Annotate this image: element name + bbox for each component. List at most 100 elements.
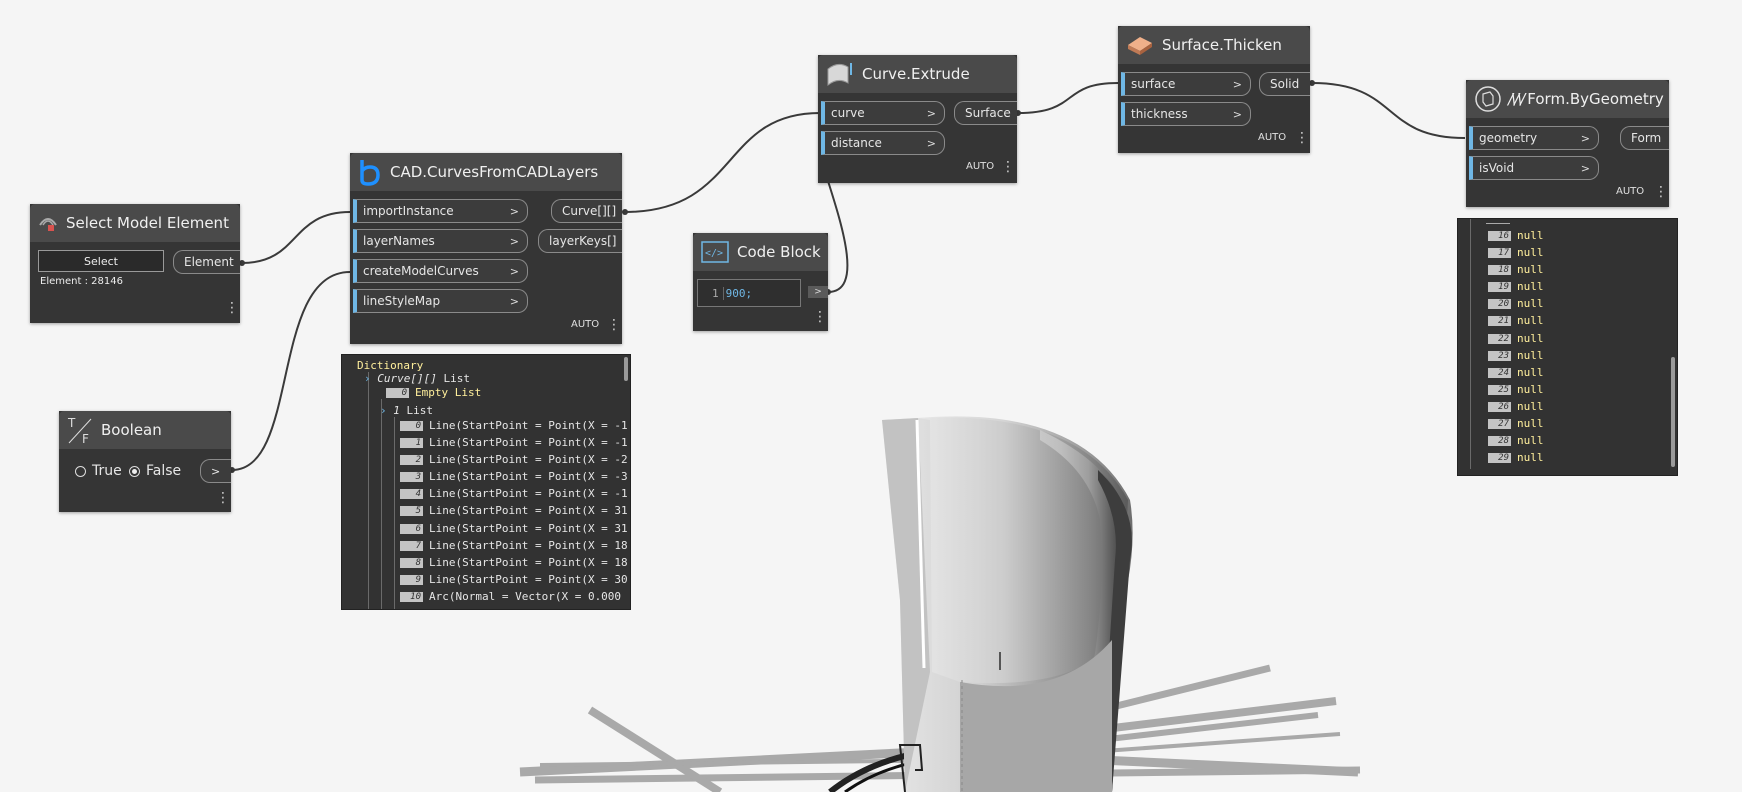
- curve-extrude-node[interactable]: Curve.Extrude curve > distance > Surface A…: [818, 55, 1017, 183]
- list-index: 22: [1488, 333, 1511, 344]
- node-header[interactable]: /\/\/Form.ByGeometry: [1466, 80, 1669, 118]
- list-value: Line(StartPoint = Point(X = 31: [429, 521, 628, 535]
- lacing-label[interactable]: AUTO: [1258, 132, 1286, 143]
- list-item: 21 null: [1488, 314, 1544, 331]
- output-port-code[interactable]: >: [808, 286, 828, 298]
- list-item: 1 Line(StartPoint = Point(X = -1: [400, 436, 628, 453]
- code-text[interactable]: 900;: [722, 286, 752, 300]
- node-header[interactable]: Select Model Element: [30, 204, 240, 242]
- code-block-icon: </>: [701, 241, 729, 263]
- list-value: null: [1517, 399, 1544, 413]
- list-index: 0: [400, 421, 423, 431]
- output-port-form[interactable]: Form: [1620, 126, 1669, 150]
- code-block-node[interactable]: </> Code Block 1 900; > ⋮: [693, 233, 828, 331]
- list-item: 17 null: [1488, 246, 1544, 263]
- node-menu-icon[interactable]: ⋮: [216, 491, 230, 505]
- output-port-element[interactable]: Element: [173, 250, 240, 274]
- list-value: null: [1517, 434, 1544, 448]
- select-button[interactable]: Select: [38, 250, 164, 272]
- list-item: 3 Line(StartPoint = Point(X = -3: [400, 470, 628, 487]
- list-index: 5: [400, 506, 423, 517]
- preview-scrollbar[interactable]: [624, 357, 628, 381]
- input-port-layernames[interactable]: layerNames >: [353, 229, 528, 253]
- thickened-solid: [882, 416, 1133, 792]
- node-menu-icon[interactable]: ⋮: [225, 301, 239, 315]
- list-index: 27: [1488, 419, 1511, 430]
- preview-group-curves[interactable]: › Curve[][] List: [364, 372, 470, 385]
- node-header[interactable]: TF Boolean: [59, 411, 231, 449]
- input-port-distance[interactable]: distance >: [821, 131, 945, 155]
- list-item: 4 Line(StartPoint = Point(X = -1: [400, 487, 628, 504]
- list-value: null: [1517, 417, 1544, 431]
- list-value: null: [1517, 229, 1544, 242]
- output-port-solid[interactable]: Solid: [1259, 72, 1310, 96]
- output-port-boolean[interactable]: >: [200, 459, 231, 483]
- node-menu-icon[interactable]: ⋮: [1654, 185, 1668, 199]
- list-item: 18 null: [1488, 263, 1544, 280]
- radio-true[interactable]: True: [75, 463, 122, 479]
- list-value: null: [1517, 382, 1544, 396]
- input-port-geometry[interactable]: geometry >: [1469, 126, 1599, 150]
- node-header[interactable]: Curve.Extrude: [818, 55, 1017, 93]
- output-port-curves[interactable]: Curve[][]: [551, 199, 622, 223]
- cad-curves-preview[interactable]: Dictionary › Curve[][] List 0 Empty List …: [341, 354, 631, 610]
- list-value: null: [1517, 263, 1544, 277]
- node-menu-icon[interactable]: ⋮: [607, 318, 621, 332]
- list-value: Empty List: [415, 386, 482, 399]
- list-value: null: [1517, 451, 1544, 465]
- chevron-right-icon: >: [1580, 161, 1590, 175]
- node-title: Surface.Thicken: [1162, 36, 1282, 54]
- node-menu-icon[interactable]: ⋮: [813, 310, 827, 324]
- output-port-surface[interactable]: Surface: [954, 101, 1017, 125]
- list-value: Line(StartPoint = Point(X = -1: [429, 419, 628, 432]
- form-preview[interactable]: 16 null 17 null 18 null 19 null 20 null 21 null 22 nu…: [1457, 218, 1678, 476]
- port-label: lineStyleMap: [363, 294, 441, 308]
- input-port-importinstance[interactable]: importInstance >: [353, 199, 528, 223]
- output-port-layerkeys[interactable]: layerKeys[]: [538, 229, 622, 253]
- lacing-label[interactable]: AUTO: [571, 319, 599, 330]
- list-index: 0: [386, 388, 409, 398]
- port-label: distance: [831, 136, 882, 150]
- input-port-curve[interactable]: curve >: [821, 101, 945, 125]
- svg-text:</>: </>: [705, 248, 723, 259]
- code-editor[interactable]: 1 900;: [697, 279, 801, 307]
- port-label: geometry: [1479, 131, 1538, 145]
- list-value: Line(StartPoint = Point(X = 18: [429, 538, 628, 552]
- input-port-isvoid[interactable]: isVoid >: [1469, 156, 1599, 180]
- node-title: Boolean: [101, 421, 162, 439]
- list-item: 26 null: [1488, 400, 1544, 417]
- select-model-element-node[interactable]: Select Model Element Select Element Elem…: [30, 204, 240, 323]
- list-value: Arc(Normal = Vector(X = 0.000: [429, 589, 622, 603]
- preview-empty-item: 0 Empty List: [386, 386, 481, 399]
- radio-unselected-icon: [75, 465, 86, 477]
- form-by-geometry-node[interactable]: /\/\/Form.ByGeometry geometry > isVoid > F…: [1466, 80, 1669, 207]
- list-item: 24 null: [1488, 366, 1544, 383]
- list-index: 19: [1488, 282, 1511, 293]
- boolean-node[interactable]: TF Boolean True False > ⋮: [59, 411, 231, 512]
- input-port-surface[interactable]: surface >: [1121, 72, 1251, 96]
- surface-thicken-node[interactable]: Surface.Thicken surface > thickness > Soli…: [1118, 26, 1310, 153]
- list-value: Line(StartPoint = Point(X = -1: [429, 436, 628, 450]
- chevron-right-icon[interactable]: ›: [364, 372, 371, 385]
- radio-false[interactable]: False: [129, 463, 181, 479]
- input-port-createmodelcurves[interactable]: createModelCurves >: [353, 259, 528, 283]
- node-header[interactable]: CAD.CurvesFromCADLayers: [350, 153, 622, 191]
- list-item: 19 null: [1488, 280, 1544, 297]
- chevron-right-icon[interactable]: ›: [380, 404, 387, 417]
- list-index: 28: [1488, 436, 1511, 447]
- preview-group-list[interactable]: › 1 List: [380, 404, 433, 417]
- preview-scrollbar[interactable]: [1671, 357, 1675, 467]
- lacing-label[interactable]: AUTO: [1616, 186, 1644, 197]
- port-label: layerNames: [363, 234, 435, 248]
- input-port-linestylemap[interactable]: lineStyleMap >: [353, 289, 528, 313]
- input-port-thickness[interactable]: thickness >: [1121, 102, 1251, 126]
- node-header[interactable]: Surface.Thicken: [1118, 26, 1310, 64]
- node-header[interactable]: </> Code Block: [693, 233, 828, 271]
- preview-group-label: List: [406, 404, 434, 417]
- list-value: Line(StartPoint = Point(X = -1: [429, 487, 628, 501]
- chevron-right-icon: >: [1580, 131, 1590, 145]
- cad-curves-from-cad-layers-node[interactable]: CAD.CurvesFromCADLayers importInstance > …: [350, 153, 622, 344]
- node-menu-icon[interactable]: ⋮: [1001, 160, 1015, 174]
- lacing-label[interactable]: AUTO: [966, 161, 994, 172]
- node-menu-icon[interactable]: ⋮: [1295, 131, 1309, 145]
